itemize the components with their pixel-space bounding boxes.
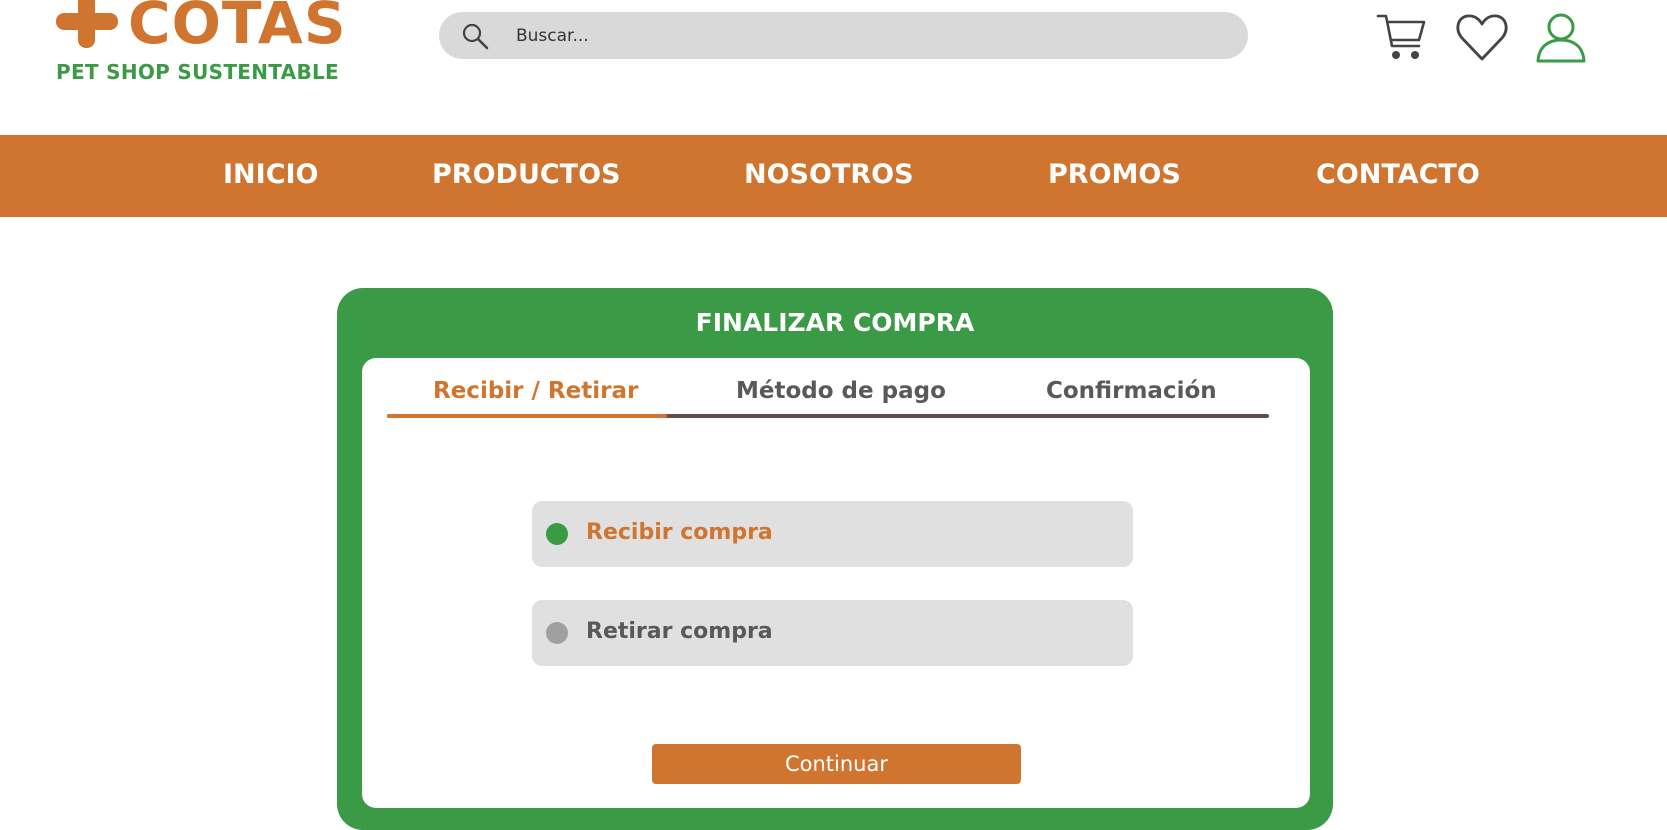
option-recibir-compra[interactable]: Recibir compra bbox=[532, 501, 1133, 567]
step-confirmacion[interactable]: Confirmación bbox=[1046, 378, 1217, 404]
checkout-panel: Recibir / Retirar Método de pago Confirm… bbox=[362, 358, 1310, 808]
nav-item-inicio[interactable]: INICIO bbox=[223, 159, 319, 190]
site-header: COTAS PET SHOP SUSTENTABLE bbox=[0, 0, 1667, 135]
heart-icon[interactable] bbox=[1455, 10, 1509, 64]
brand-tagline: PET SHOP SUSTENTABLE bbox=[56, 60, 340, 84]
brand-name: COTAS bbox=[128, 0, 347, 57]
cart-icon[interactable] bbox=[1375, 10, 1429, 64]
step-progress-fill bbox=[387, 414, 667, 418]
nav-item-productos[interactable]: PRODUCTOS bbox=[432, 159, 621, 190]
search-input[interactable] bbox=[514, 20, 1218, 52]
option-retirar-compra[interactable]: Retirar compra bbox=[532, 600, 1133, 666]
option-label: Retirar compra bbox=[586, 619, 773, 644]
user-icon[interactable] bbox=[1534, 10, 1588, 64]
search-icon[interactable] bbox=[461, 22, 489, 50]
nav-item-nosotros[interactable]: NOSOTROS bbox=[744, 159, 914, 190]
radio-unselected-icon bbox=[546, 622, 568, 644]
nav-item-contacto[interactable]: CONTACTO bbox=[1316, 159, 1480, 190]
checkout-title: FINALIZAR COMPRA bbox=[695, 308, 975, 337]
nav-item-promos[interactable]: PROMOS bbox=[1048, 159, 1181, 190]
main-nav: INICIO PRODUCTOS NOSOTROS PROMOS CONTACT… bbox=[0, 135, 1667, 217]
brand-logo[interactable]: COTAS PET SHOP SUSTENTABLE bbox=[56, 0, 346, 98]
search-bar[interactable] bbox=[439, 12, 1248, 59]
option-label: Recibir compra bbox=[586, 520, 773, 545]
plus-icon bbox=[56, 0, 118, 48]
radio-selected-icon bbox=[546, 523, 568, 545]
step-metodo-de-pago[interactable]: Método de pago bbox=[736, 378, 946, 404]
step-recibir-retirar[interactable]: Recibir / Retirar bbox=[433, 378, 638, 404]
checkout-card: FINALIZAR COMPRA Recibir / Retirar Métod… bbox=[337, 288, 1333, 830]
continue-button[interactable]: Continuar bbox=[652, 744, 1021, 784]
